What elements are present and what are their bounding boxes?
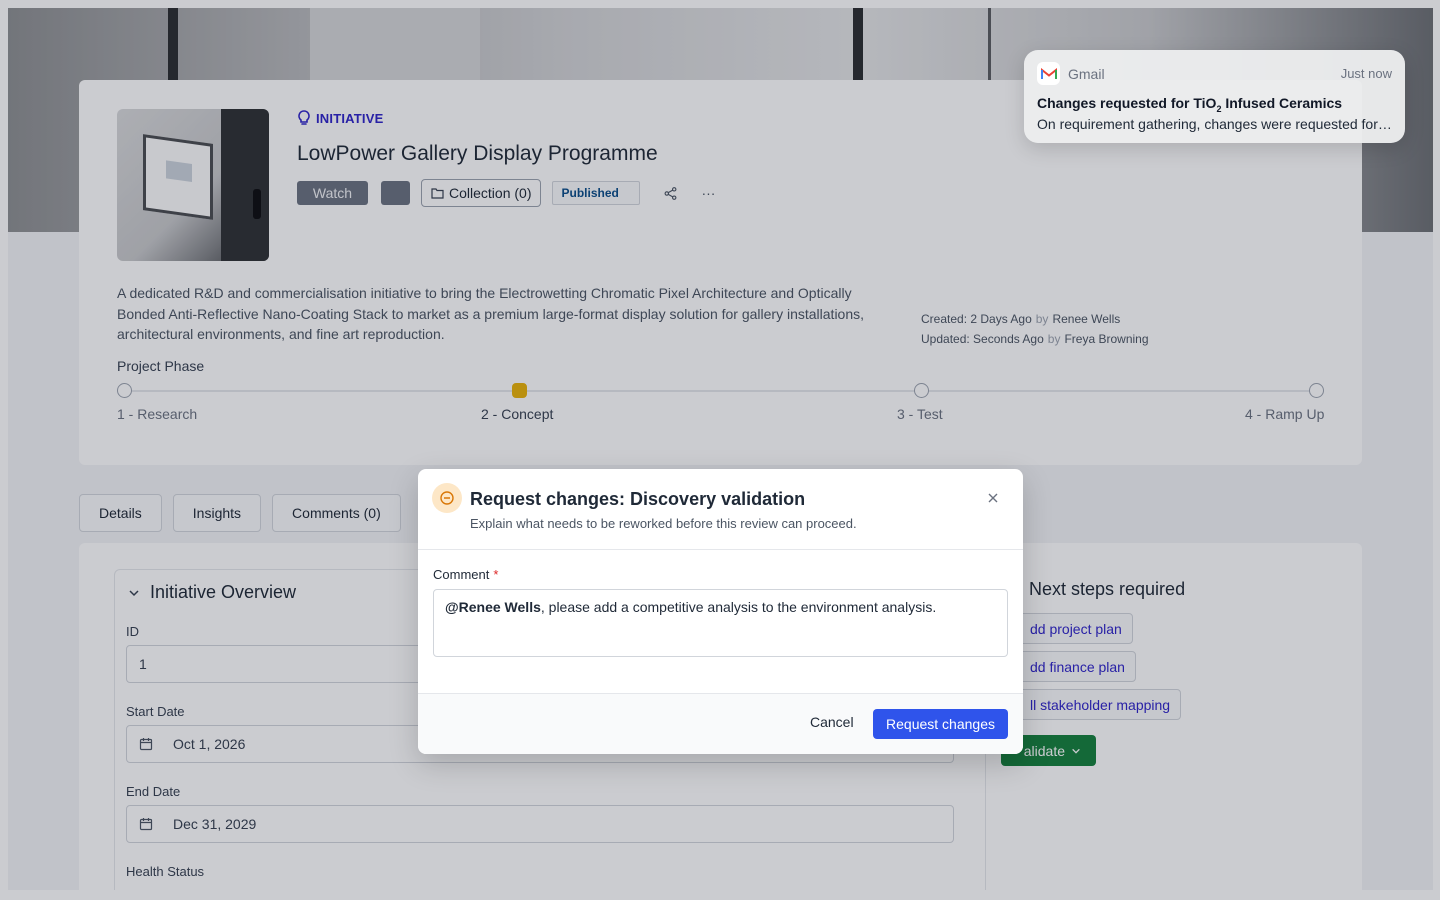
notification-time: Just now <box>1340 66 1392 81</box>
notification-title: Changes requested for TiO2 Infused Ceram… <box>1037 95 1342 114</box>
comment-textarea[interactable]: @Renee Wells, please add a competitive a… <box>433 589 1008 657</box>
notification-title-suffix: Infused Ceramics <box>1221 95 1343 111</box>
cancel-button[interactable]: Cancel <box>810 714 854 730</box>
comment-label: Comment * <box>433 567 498 582</box>
dialog-divider <box>418 549 1023 550</box>
notification-title-prefix: Changes requested for TiO <box>1037 95 1217 111</box>
notification-app: Gmail <box>1068 66 1105 82</box>
gmail-notification[interactable]: Gmail Just now Changes requested for TiO… <box>1024 50 1405 143</box>
required-mark: * <box>493 567 499 582</box>
gmail-icon <box>1037 62 1060 85</box>
notification-body: On requirement gathering, changes were r… <box>1037 116 1393 132</box>
dialog-icon <box>432 483 462 513</box>
minus-circle-icon <box>440 491 454 505</box>
gmail-logo-icon <box>1040 67 1057 79</box>
comment-mention[interactable]: @Renee Wells <box>445 599 541 615</box>
request-changes-dialog: Request changes: Discovery validation Ex… <box>418 469 1023 754</box>
close-icon[interactable] <box>986 491 1000 505</box>
comment-label-text: Comment <box>433 567 490 582</box>
dialog-title: Request changes: Discovery validation <box>470 489 806 509</box>
dialog-subtitle: Explain what needs to be reworked before… <box>470 516 857 531</box>
request-changes-button[interactable]: Request changes <box>873 709 1008 739</box>
comment-text: , please add a competitive analysis to t… <box>540 599 937 615</box>
